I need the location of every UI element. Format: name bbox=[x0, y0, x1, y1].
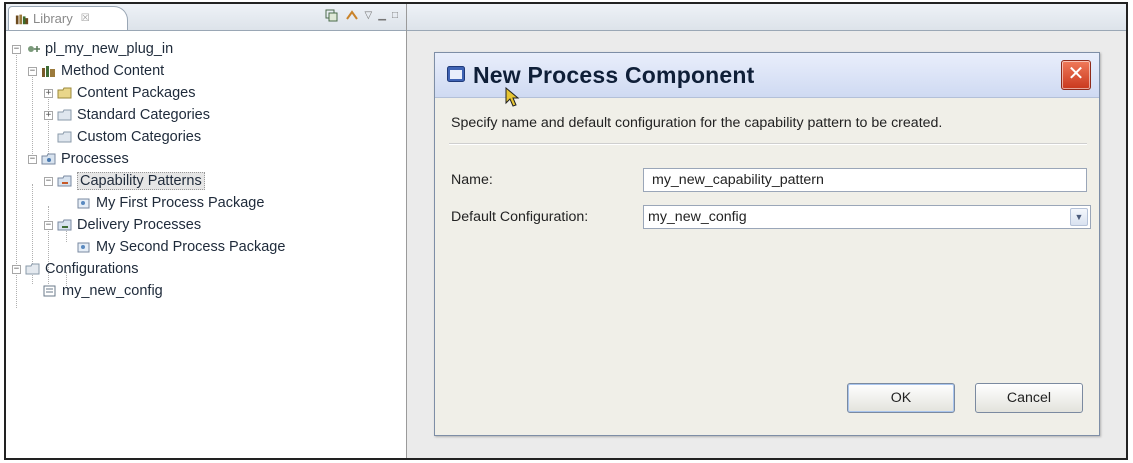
tree-item-label: Method Content bbox=[61, 63, 165, 79]
collapse-toggle-icon[interactable]: − bbox=[12, 44, 21, 54]
new-process-component-dialog: New Process Component ✕ Specify name and… bbox=[434, 52, 1100, 436]
tree-item-plugin[interactable]: − pl_my_new_plug_in bbox=[12, 38, 173, 60]
delivery-processes-icon bbox=[57, 219, 72, 231]
dialog-description: Specify name and default configuration f… bbox=[451, 115, 943, 131]
chevron-down-icon[interactable]: ▼ bbox=[1070, 208, 1088, 226]
library-tab-label: Library bbox=[33, 11, 73, 26]
default-configuration-value: my_new_config bbox=[648, 209, 747, 225]
tree-item-label: pl_my_new_plug_in bbox=[45, 41, 174, 57]
tree-item-label: Custom Categories bbox=[77, 129, 202, 145]
tree-item-label: Processes bbox=[61, 151, 129, 167]
collapse-all-icon[interactable] bbox=[325, 9, 339, 23]
capability-patterns-icon bbox=[57, 175, 72, 187]
minimize-icon[interactable]: ▁ bbox=[378, 9, 386, 23]
tree-item-processes[interactable]: − Processes bbox=[28, 148, 129, 170]
tree-item-standard-categories[interactable]: + Standard Categories bbox=[44, 104, 210, 126]
tree-item-my-new-config[interactable]: my_new_config bbox=[42, 280, 163, 302]
name-input[interactable] bbox=[643, 168, 1087, 192]
link-with-editor-icon[interactable] bbox=[345, 9, 359, 23]
tree-item-custom-categories[interactable]: Custom Categories bbox=[44, 126, 201, 148]
custom-categories-icon bbox=[57, 131, 72, 143]
processes-icon bbox=[41, 153, 56, 165]
tree-item-my-second-process-package[interactable]: My Second Process Package bbox=[76, 236, 285, 258]
window-icon bbox=[447, 66, 465, 82]
default-configuration-label: Default Configuration: bbox=[451, 209, 589, 225]
tree-item-label: Content Packages bbox=[77, 85, 196, 101]
close-button[interactable]: ✕ bbox=[1061, 60, 1091, 90]
tree-item-label: my_new_config bbox=[62, 283, 163, 299]
process-package-icon bbox=[77, 198, 90, 209]
divider bbox=[449, 143, 1087, 145]
tree-item-content-packages[interactable]: + Content Packages bbox=[44, 82, 196, 104]
cancel-button[interactable]: Cancel bbox=[975, 383, 1083, 413]
standard-categories-icon bbox=[57, 109, 72, 121]
tree-item-label: Configurations bbox=[45, 261, 139, 277]
collapse-toggle-icon[interactable]: − bbox=[44, 176, 53, 186]
tree-item-configurations[interactable]: − Configurations bbox=[12, 258, 139, 280]
tree-item-label: Delivery Processes bbox=[77, 217, 202, 233]
expand-toggle-icon[interactable]: + bbox=[44, 88, 53, 98]
mouse-cursor-icon bbox=[505, 87, 520, 107]
expand-toggle-icon[interactable]: + bbox=[44, 110, 53, 120]
view-menu-icon[interactable]: ▽ bbox=[365, 9, 373, 23]
library-tab[interactable]: Library ☒ bbox=[8, 6, 128, 30]
close-icon[interactable]: ☒ bbox=[81, 13, 90, 24]
method-content-icon bbox=[42, 66, 55, 77]
tree-item-capability-patterns[interactable]: − Capability Patterns bbox=[44, 170, 205, 192]
name-label: Name: bbox=[451, 172, 493, 188]
configuration-icon bbox=[43, 285, 56, 297]
view-toolbar: ▽ ▁ □ bbox=[325, 9, 398, 23]
ok-button[interactable]: OK bbox=[847, 383, 955, 413]
collapse-toggle-icon[interactable]: − bbox=[12, 264, 21, 274]
default-configuration-select[interactable]: my_new_config ▼ bbox=[643, 205, 1091, 229]
dialog-title: New Process Component bbox=[473, 62, 755, 88]
editor-tabbar bbox=[407, 4, 1126, 31]
application-window: Library ☒ ▽ ▁ □ − pl_my_new_plug_in − Me… bbox=[4, 2, 1128, 460]
library-icon bbox=[15, 14, 29, 24]
configurations-icon bbox=[25, 263, 40, 275]
tree-item-label: My First Process Package bbox=[96, 195, 265, 211]
plugin-icon bbox=[28, 46, 40, 52]
process-package-icon bbox=[77, 242, 90, 253]
dialog-titlebar[interactable]: New Process Component ✕ bbox=[435, 53, 1099, 98]
tree-item-label: Capability Patterns bbox=[77, 172, 205, 190]
maximize-icon[interactable]: □ bbox=[392, 9, 398, 23]
close-icon: ✕ bbox=[1067, 63, 1085, 85]
tree-item-label: Standard Categories bbox=[77, 107, 210, 123]
collapse-toggle-icon[interactable]: − bbox=[44, 220, 53, 230]
tree-item-method-content[interactable]: − Method Content bbox=[28, 60, 164, 82]
tree-item-delivery-processes[interactable]: − Delivery Processes bbox=[44, 214, 201, 236]
tree-item-label: My Second Process Package bbox=[96, 239, 286, 255]
collapse-toggle-icon[interactable]: − bbox=[28, 66, 37, 76]
library-view-tabbar: Library ☒ ▽ ▁ □ bbox=[6, 4, 406, 31]
library-view: Library ☒ ▽ ▁ □ − pl_my_new_plug_in − Me… bbox=[6, 4, 407, 458]
collapse-toggle-icon[interactable]: − bbox=[28, 154, 37, 164]
tree-item-my-first-process-package[interactable]: My First Process Package bbox=[76, 192, 264, 214]
content-package-icon bbox=[57, 87, 72, 99]
